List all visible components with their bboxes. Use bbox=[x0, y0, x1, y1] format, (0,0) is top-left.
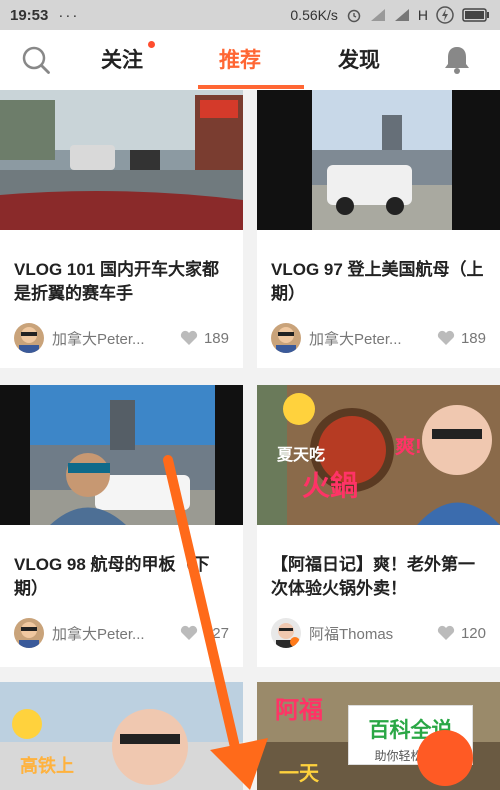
video-meta: 阿福Thomas 120 bbox=[271, 618, 486, 648]
like-number: 120 bbox=[460, 624, 486, 642]
video-card[interactable]: VLOG 97 登上美国航母（上期） 加拿大Peter... 189 bbox=[257, 90, 500, 368]
signal-1-icon bbox=[370, 9, 385, 21]
video-card[interactable]: 夏天吃 火鍋 爽! 【阿福日记】爽！老外第一次体验火锅外卖！ 阿福Thomas … bbox=[257, 385, 500, 667]
battery-icon bbox=[462, 8, 489, 22]
thumb-text-hotpot-2: 火鍋 bbox=[302, 470, 358, 501]
thumb-text-hotpot-1: 夏天吃 bbox=[276, 445, 325, 464]
author-name[interactable]: 加拿大Peter... bbox=[52, 328, 180, 349]
tab-follow[interactable]: 关注 bbox=[101, 44, 143, 74]
alarm-icon bbox=[347, 9, 361, 23]
like-count[interactable]: 189 bbox=[437, 330, 486, 347]
like-number: 127 bbox=[203, 624, 229, 642]
status-time: 19:53 bbox=[10, 6, 49, 24]
avatar[interactable] bbox=[271, 618, 301, 648]
status-notification-dots: ··· bbox=[58, 6, 80, 24]
like-number: 189 bbox=[460, 329, 486, 347]
heart-icon bbox=[437, 625, 455, 640]
like-count[interactable]: 127 bbox=[180, 625, 229, 642]
video-meta: 加拿大Peter... 127 bbox=[14, 618, 229, 648]
video-title: VLOG 101 国内开车大家都是折翼的赛车手 bbox=[14, 260, 219, 303]
thumb-text-afu-1: 阿福 bbox=[275, 697, 323, 724]
network-type: H bbox=[417, 7, 428, 23]
search-icon[interactable] bbox=[20, 44, 52, 76]
thumb-text-train: 高铁上 bbox=[20, 755, 74, 776]
video-meta: 加拿大Peter... 189 bbox=[14, 323, 229, 353]
top-nav: 关注 推荐 发现 bbox=[0, 30, 500, 90]
video-thumbnail: 夏天吃 火鍋 爽! bbox=[257, 385, 500, 525]
avatar[interactable] bbox=[271, 323, 301, 353]
avatar[interactable] bbox=[14, 323, 44, 353]
avatar[interactable] bbox=[14, 618, 44, 648]
signal-2-icon bbox=[394, 9, 409, 21]
video-title: VLOG 97 登上美国航母（上期） bbox=[271, 260, 484, 303]
heart-icon bbox=[437, 330, 455, 345]
tab-discover[interactable]: 发现 bbox=[338, 44, 380, 74]
author-name[interactable]: 加拿大Peter... bbox=[52, 623, 180, 644]
heart-icon bbox=[180, 330, 198, 345]
video-title: VLOG 98 航母的甲板（下期） bbox=[14, 555, 210, 598]
like-number: 189 bbox=[203, 329, 229, 347]
video-title: 【阿福日记】爽！老外第一次体验火锅外卖！ bbox=[271, 555, 475, 598]
thumb-text-hotpot-3: 爽! bbox=[395, 434, 422, 458]
video-meta: 加拿大Peter... 189 bbox=[271, 323, 486, 353]
author-name[interactable]: 加拿大Peter... bbox=[309, 328, 437, 349]
tab-recommend[interactable]: 推荐 bbox=[219, 44, 261, 74]
battery-charging-icon bbox=[436, 6, 454, 24]
video-thumbnail: 高铁上 bbox=[0, 682, 243, 790]
video-thumbnail bbox=[0, 385, 243, 525]
floating-action-button[interactable] bbox=[417, 730, 473, 786]
follow-notification-dot bbox=[148, 41, 155, 48]
status-right: 0.56K/s H bbox=[290, 6, 490, 24]
bell-icon[interactable] bbox=[440, 44, 474, 76]
like-count[interactable]: 189 bbox=[180, 330, 229, 347]
author-name[interactable]: 阿福Thomas bbox=[309, 623, 437, 644]
like-count[interactable]: 120 bbox=[437, 625, 486, 642]
thumb-text-afu-2: 一天 bbox=[279, 763, 320, 785]
video-thumbnail bbox=[0, 90, 243, 230]
status-bar: 19:53 ··· 0.56K/s H bbox=[0, 0, 500, 30]
video-card[interactable]: VLOG 101 国内开车大家都是折翼的赛车手 加拿大Peter... 189 bbox=[0, 90, 243, 368]
heart-icon bbox=[180, 625, 198, 640]
video-card[interactable]: 高铁上 bbox=[0, 682, 243, 790]
video-thumbnail bbox=[257, 90, 500, 230]
network-speed: 0.56K/s bbox=[290, 7, 338, 23]
active-tab-indicator bbox=[198, 85, 304, 89]
video-card[interactable]: VLOG 98 航母的甲板（下期） 加拿大Peter... 127 bbox=[0, 385, 243, 667]
